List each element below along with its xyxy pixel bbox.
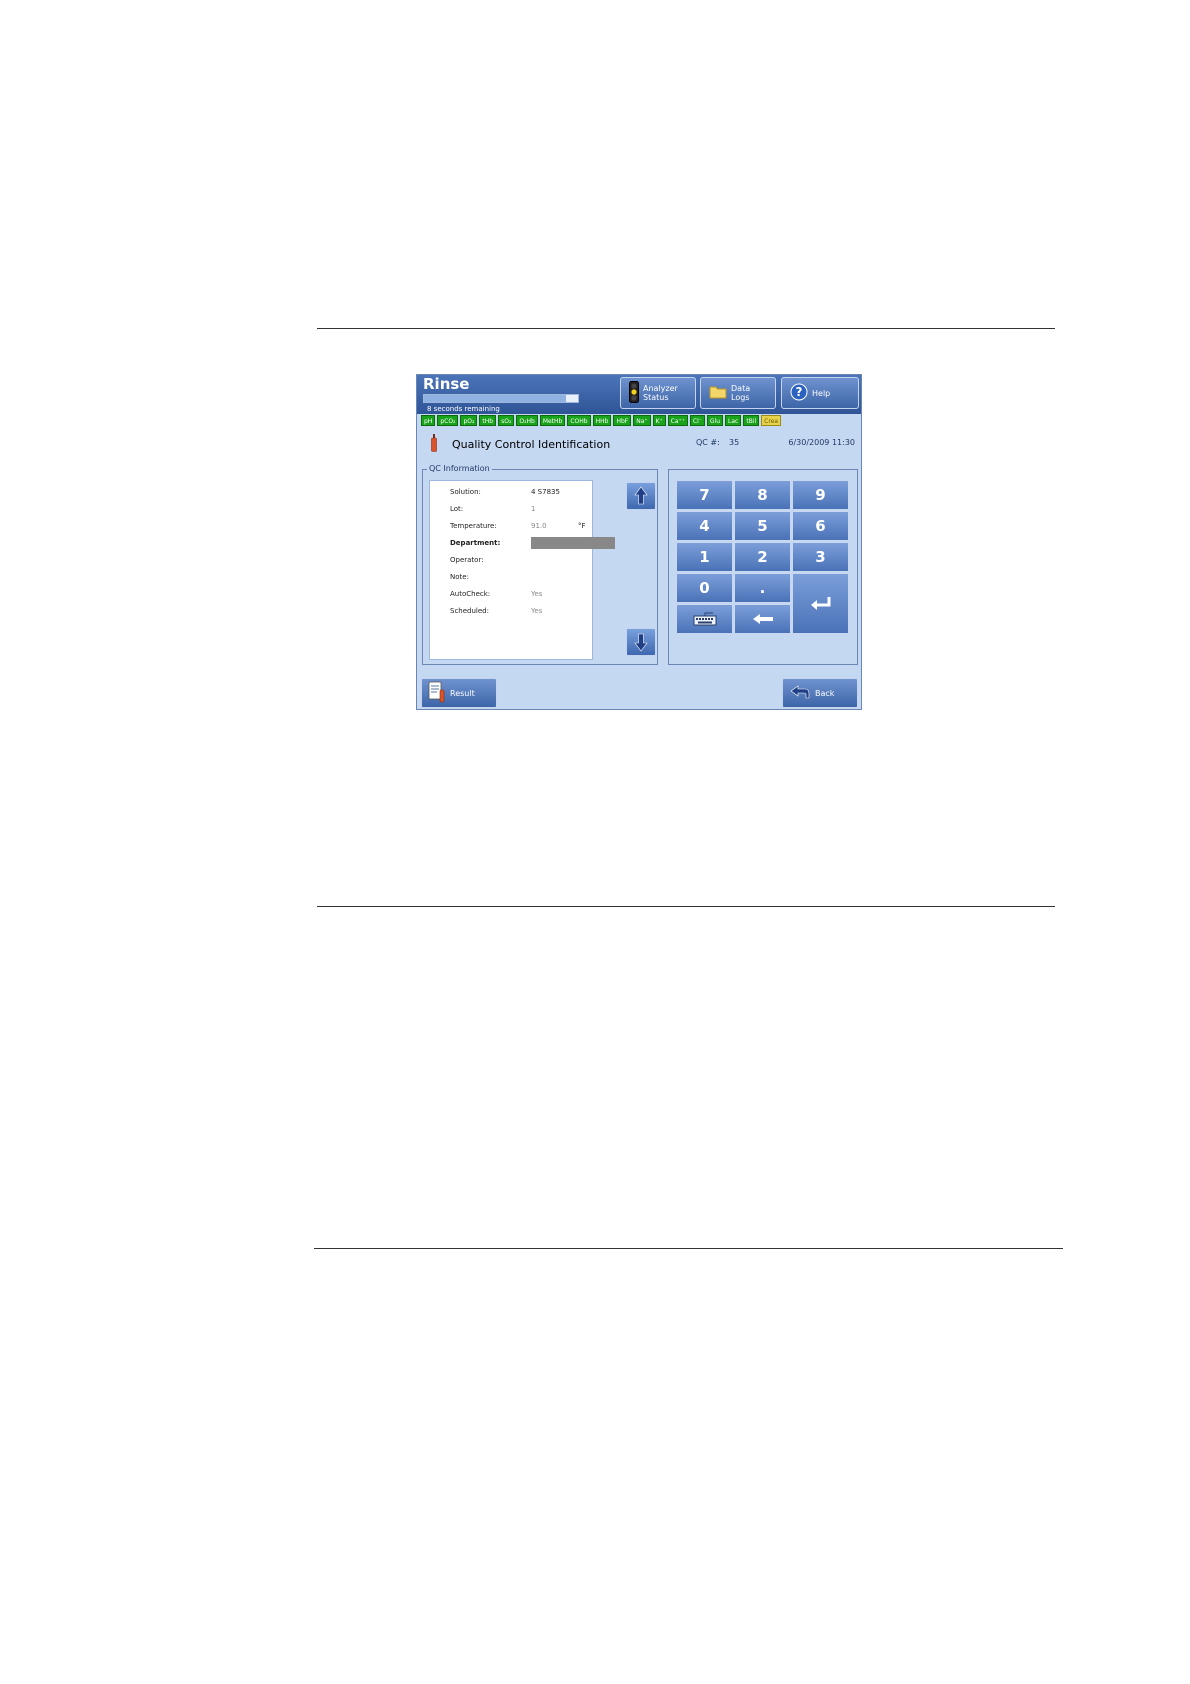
analyte-status-bar: pH pCO₂ pO₂ tHb sO₂ O₂Hb MetHb COHb HHb HbF Na⁺ K⁺ C… [421, 415, 782, 426]
data-logs-label: Data Logs [731, 384, 751, 402]
analyte-chip: K⁺ [652, 415, 666, 426]
key-3[interactable]: 3 [792, 542, 849, 572]
result-report-icon [428, 681, 446, 705]
backspace-arrow-icon [752, 614, 773, 624]
solution-value: 4 S7835 [531, 488, 560, 496]
scroll-up-button[interactable] [626, 482, 656, 510]
back-arrow-icon [789, 684, 811, 702]
operator-row[interactable]: Operator: [450, 556, 600, 568]
result-label: Result [450, 688, 475, 698]
data-logs-button[interactable]: Data Logs [700, 377, 776, 409]
traffic-light-icon [629, 381, 639, 405]
enter-key[interactable] [792, 573, 849, 634]
scheduled-label: Scheduled: [450, 607, 489, 615]
key-7[interactable]: 7 [676, 480, 733, 510]
solution-label: Solution: [450, 488, 481, 496]
qc-information-legend: QC Information [427, 464, 492, 473]
keyboard-key[interactable] [676, 604, 733, 634]
progress-text: 8 seconds remaining [427, 405, 500, 413]
key-1[interactable]: 1 [676, 542, 733, 572]
analyte-chip: HHb [592, 415, 612, 426]
help-label: Help [812, 388, 831, 398]
scheduled-value: Yes [531, 607, 543, 615]
qc-number-label: QC #: [696, 438, 720, 447]
help-question-icon: ? [790, 383, 808, 403]
key-6[interactable]: 6 [792, 511, 849, 541]
analyzer-screen: Rinse 8 seconds remaining Analyzer Statu… [416, 374, 862, 710]
solution-row[interactable]: Solution: 4 S7835 [450, 488, 600, 500]
help-button[interactable]: ? Help [781, 377, 859, 409]
analyte-chip: pH [421, 415, 436, 426]
analyte-chip: COHb [567, 415, 591, 426]
temperature-label: Temperature: [450, 522, 497, 530]
analyte-chip: pO₂ [460, 415, 478, 426]
lot-row[interactable]: Lot: 1 [450, 505, 600, 517]
autocheck-value: Yes [531, 590, 543, 598]
folder-icon [709, 385, 727, 401]
department-field[interactable] [531, 537, 615, 549]
analyte-chip: Crea [761, 415, 782, 426]
temperature-row[interactable]: Temperature: 91.0 °F [450, 522, 600, 534]
date-time: 6/30/2009 11:30 [788, 438, 855, 447]
qc-information-group: QC Information Solution: 4 S7835 Lot: 1 … [422, 464, 658, 665]
numeric-keypad: 7 8 9 4 5 6 1 2 3 0 . [668, 469, 858, 665]
department-label: Department: [450, 539, 501, 547]
title-bar: Rinse 8 seconds remaining Analyzer Statu… [417, 375, 861, 414]
note-label: Note: [450, 573, 469, 581]
analyte-chip: Glu [706, 415, 724, 426]
operator-label: Operator: [450, 556, 484, 564]
analyte-chip: O₂Hb [516, 415, 538, 426]
key-8[interactable]: 8 [734, 480, 791, 510]
enter-arrow-icon [810, 596, 830, 610]
analyte-chip: Lac [725, 415, 742, 426]
key-9[interactable]: 9 [792, 480, 849, 510]
analyte-chip: MetHb [539, 415, 566, 426]
note-row[interactable]: Note: [450, 573, 600, 585]
arrow-up-icon [634, 486, 648, 505]
back-label: Back [815, 688, 835, 698]
back-button[interactable]: Back [782, 678, 858, 708]
key-4[interactable]: 4 [676, 511, 733, 541]
temperature-unit: °F [578, 522, 586, 530]
page-rule-top [317, 328, 1055, 329]
page-rule-middle [317, 906, 1055, 907]
window-title: Rinse [423, 375, 470, 393]
analyte-chip: Cl⁻ [689, 415, 705, 426]
analyte-chip: tBil [743, 415, 760, 426]
key-2[interactable]: 2 [734, 542, 791, 572]
keyboard-icon [693, 612, 716, 626]
qc-information-list[interactable]: Solution: 4 S7835 Lot: 1 Temperature: 91… [429, 480, 615, 660]
key-decimal[interactable]: . [734, 573, 791, 603]
autocheck-row[interactable]: AutoCheck: Yes [450, 590, 600, 602]
key-5[interactable]: 5 [734, 511, 791, 541]
autocheck-label: AutoCheck: [450, 590, 491, 598]
analyte-chip: pCO₂ [437, 415, 459, 426]
temperature-value: 91.0 [531, 522, 547, 530]
scheduled-row[interactable]: Scheduled: Yes [450, 607, 600, 619]
analyzer-status-button[interactable]: Analyzer Status [620, 377, 696, 409]
scroll-down-button[interactable] [626, 628, 656, 656]
analyte-chip: Na⁺ [633, 415, 651, 426]
rinse-progress-bar [423, 394, 579, 403]
rinse-progress-fill [424, 395, 566, 402]
analyte-chip: HbF [613, 415, 632, 426]
analyte-chip: Ca⁺⁺ [667, 415, 688, 426]
arrow-down-icon [634, 633, 648, 652]
qc-number-value: 35 [729, 438, 740, 447]
svg-text:?: ? [796, 385, 803, 399]
backspace-key[interactable] [734, 604, 791, 634]
page-title: Quality Control Identification [452, 438, 611, 451]
analyzer-status-label: Analyzer Status [643, 384, 678, 402]
key-0[interactable]: 0 [676, 573, 733, 603]
analyte-chip: tHb [479, 415, 497, 426]
page-rule-bottom [314, 1248, 1063, 1249]
lot-value: 1 [531, 505, 536, 513]
analyte-chip: sO₂ [498, 415, 515, 426]
screen-header: Quality Control Identification QC #: 35 … [417, 429, 861, 455]
qc-bottle-icon [431, 434, 437, 452]
lot-label: Lot: [450, 505, 464, 513]
result-button[interactable]: Result [421, 678, 497, 708]
